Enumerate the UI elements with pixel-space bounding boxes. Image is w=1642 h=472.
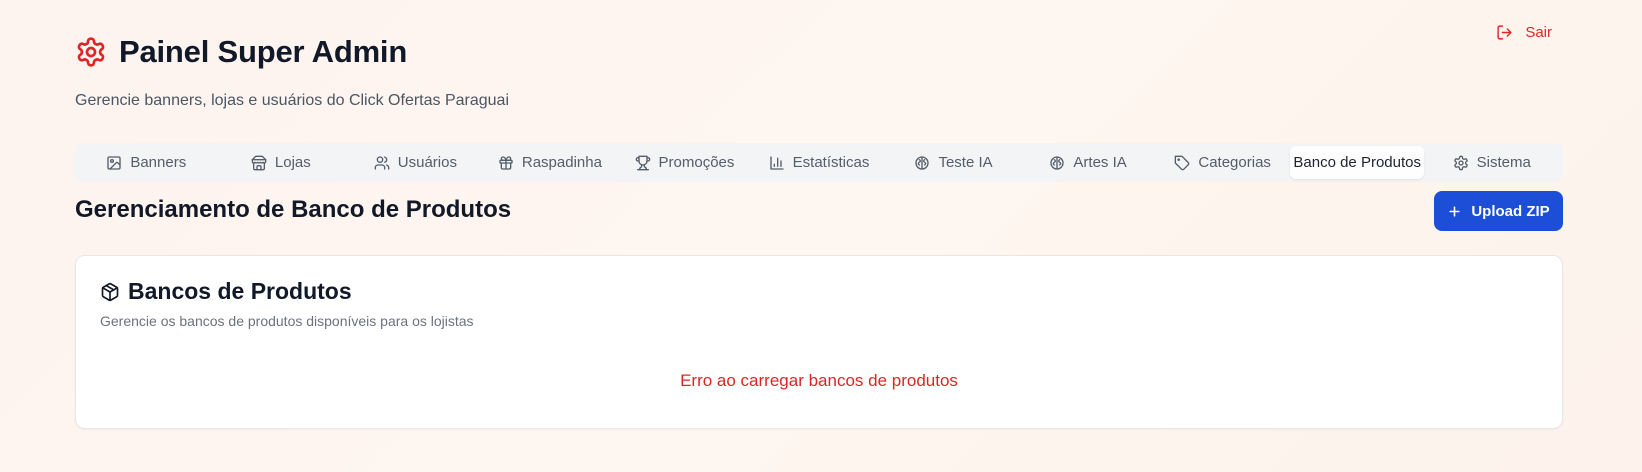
card-header: Bancos de Produtos (100, 278, 352, 305)
gear-icon (1453, 155, 1468, 170)
tab-categorias[interactable]: Categorias (1155, 146, 1290, 179)
tab-label: Promoções (658, 154, 735, 171)
error-message: Erro ao carregar bancos de produtos (680, 371, 958, 390)
logout-icon (1497, 25, 1512, 40)
tab-label: Raspadinha (521, 154, 602, 171)
plus-icon (1449, 205, 1460, 217)
bar-chart-icon (769, 155, 784, 170)
tab-raspadinha[interactable]: Raspadinha (483, 146, 618, 179)
page-subtitle: Gerencie banners, lojas e usuários do Cl… (75, 92, 509, 109)
logout-button[interactable]: Sair (1496, 24, 1552, 41)
tab-label: Sistema (1476, 154, 1531, 171)
tab-label: Teste IA (938, 154, 993, 171)
page-title: Painel Super Admin (119, 34, 408, 69)
admin-tabs: Banners Lojas Usuários Raspadinha Promoç… (75, 143, 1563, 182)
package-icon (101, 282, 119, 301)
tab-promocoes[interactable]: Promoções (617, 146, 752, 179)
page-header: Painel Super Admin (75, 34, 407, 70)
tab-label: Lojas (274, 154, 311, 171)
logout-label: Sair (1525, 24, 1552, 41)
tab-label: Categorias (1198, 154, 1271, 171)
tab-label: Artes IA (1073, 154, 1127, 171)
store-icon (251, 155, 267, 170)
tab-estatisticas[interactable]: Estatísticas (752, 146, 887, 179)
upload-zip-button[interactable]: Upload ZIP (1434, 191, 1563, 231)
brain-icon (915, 155, 930, 170)
brain-icon (1050, 155, 1065, 170)
gift-icon (499, 155, 513, 170)
tab-banners[interactable]: Banners (79, 146, 214, 179)
users-icon (374, 155, 390, 170)
tab-label: Banco de Produtos (1293, 154, 1421, 171)
tab-artes-ia[interactable]: Artes IA (1021, 146, 1156, 179)
tab-sistema[interactable]: Sistema (1424, 146, 1559, 179)
card-title: Bancos de Produtos (128, 278, 352, 304)
tag-icon (1175, 155, 1190, 170)
image-icon (107, 155, 121, 170)
tab-lojas[interactable]: Lojas (214, 146, 349, 179)
card-description: Gerencie os bancos de produtos disponíve… (100, 313, 474, 329)
tab-banco-de-produtos[interactable]: Banco de Produtos (1289, 146, 1425, 179)
upload-zip-label: Upload ZIP (1471, 202, 1550, 220)
tab-label: Usuários (397, 154, 457, 171)
gear-icon (75, 36, 107, 68)
tab-label: Banners (130, 154, 187, 171)
section-title: Gerenciamento de Banco de Produtos (75, 196, 512, 223)
trophy-icon (635, 155, 650, 170)
product-banks-card: Bancos de Produtos Gerencie os bancos de… (75, 255, 1563, 429)
tab-usuarios[interactable]: Usuários (348, 146, 483, 179)
tab-label: Estatísticas (792, 154, 870, 171)
tab-teste-ia[interactable]: Teste IA (886, 146, 1021, 179)
